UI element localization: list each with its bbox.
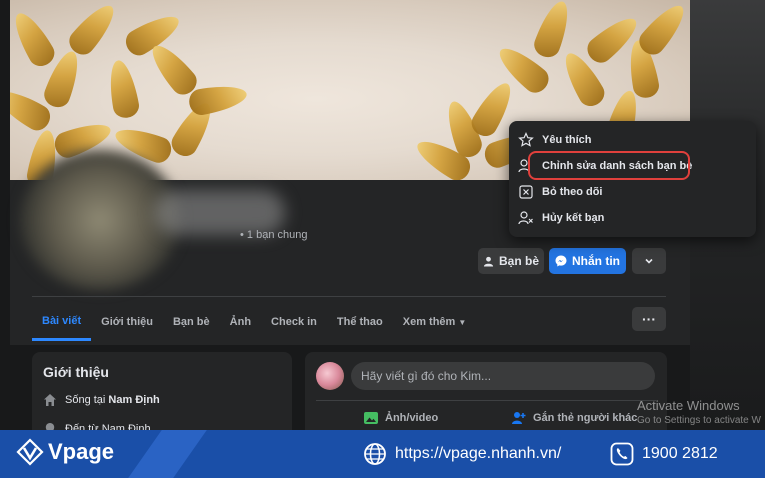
photo-icon: [364, 412, 378, 424]
menu-item-unfriend[interactable]: Hủy kết bạn: [518, 207, 604, 229]
post-composer-input[interactable]: Hãy viết gì đó cho Kim...: [351, 362, 655, 390]
unfriend-icon: [518, 211, 533, 225]
mutual-friends[interactable]: • 1 bạn chung: [240, 229, 307, 241]
photo-video-button[interactable]: Ảnh/video: [363, 410, 438, 426]
messenger-icon: [555, 255, 567, 267]
home-icon: [44, 394, 56, 406]
brand-logo[interactable]: Vpage: [16, 438, 114, 466]
tab-photos[interactable]: Ảnh: [220, 303, 261, 341]
tab-about[interactable]: Giới thiệu: [91, 303, 163, 341]
menu-item-unfollow[interactable]: Bỏ theo dõi: [518, 181, 603, 203]
tab-checkin[interactable]: Check in: [261, 303, 327, 341]
brand-name: Vpage: [48, 439, 115, 464]
intro-title: Giới thiệu: [43, 364, 109, 380]
intro-lives-place[interactable]: Nam Định: [108, 394, 159, 406]
intro-lives-in: Sống tại Nam Định: [43, 393, 160, 407]
ellipsis-icon: ···: [642, 311, 656, 327]
caret-down-icon: ▼: [458, 317, 467, 327]
windows-activation-watermark: Activate Windows: [637, 398, 740, 413]
tab-sports[interactable]: Thể thao: [327, 303, 393, 341]
vpage-logo-icon: [16, 438, 44, 466]
menu-item-favorite[interactable]: Yêu thích: [518, 129, 592, 151]
tab-posts[interactable]: Bài viết: [32, 303, 92, 341]
windows-activation-hint: Go to Settings to activate W: [637, 415, 761, 426]
tabs-more-button[interactable]: ···: [632, 307, 666, 331]
message-button-label: Nhắn tin: [572, 254, 620, 268]
footer-website-link[interactable]: https://vpage.nhanh.vn/: [363, 442, 561, 466]
person-icon: [483, 256, 494, 267]
divider: [32, 296, 666, 297]
chevron-down-icon: [645, 258, 653, 264]
tag-people-icon: [512, 412, 526, 424]
tab-friends[interactable]: Bạn bè: [163, 303, 220, 341]
tab-more[interactable]: Xem thêm ▼: [393, 303, 477, 341]
star-icon: [518, 132, 534, 147]
more-options-button[interactable]: [632, 248, 666, 274]
phone-icon: [610, 442, 634, 466]
globe-icon: [364, 443, 386, 465]
message-button[interactable]: Nhắn tin: [549, 248, 626, 274]
divider: [316, 400, 656, 401]
tag-people-button[interactable]: Gắn thẻ người khác: [511, 410, 637, 426]
highlight-box: [528, 151, 690, 180]
profile-tabs: Bài viết Giới thiệu Bạn bè Ảnh Check in …: [32, 303, 476, 341]
user-avatar[interactable]: [316, 362, 344, 390]
unfollow-icon: [519, 185, 533, 199]
footer-phone[interactable]: 1900 2812: [610, 442, 718, 466]
friends-button[interactable]: Bạn bè: [478, 248, 544, 274]
friends-button-label: Bạn bè: [498, 254, 539, 268]
